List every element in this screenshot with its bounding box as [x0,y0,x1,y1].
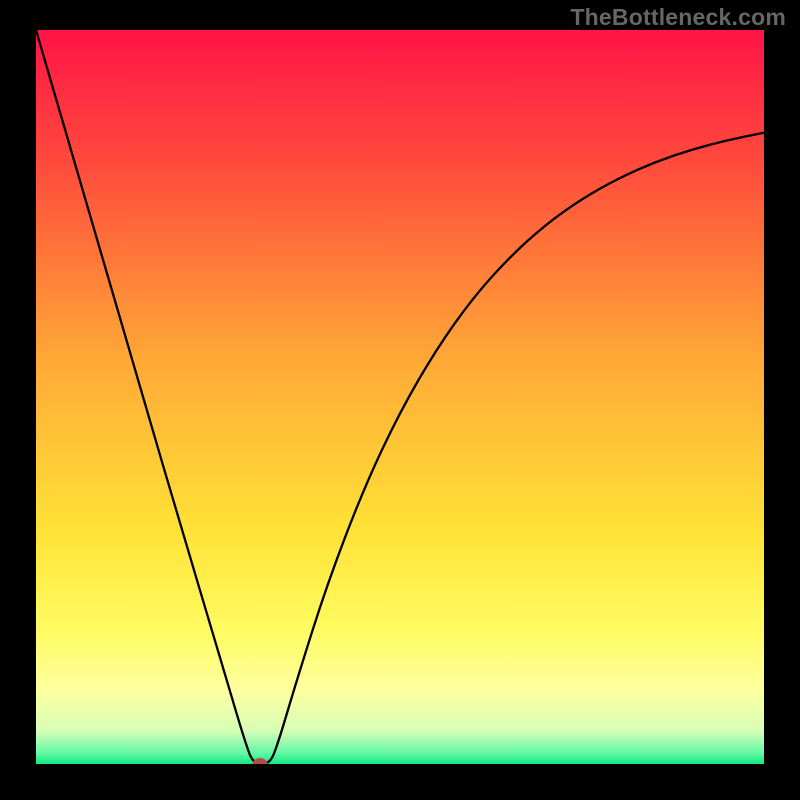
plot-area [36,30,764,764]
bottleneck-curve [36,30,764,764]
optimal-point-marker [253,758,268,764]
watermark-text: TheBottleneck.com [570,4,786,31]
chart-frame: TheBottleneck.com [0,0,800,800]
